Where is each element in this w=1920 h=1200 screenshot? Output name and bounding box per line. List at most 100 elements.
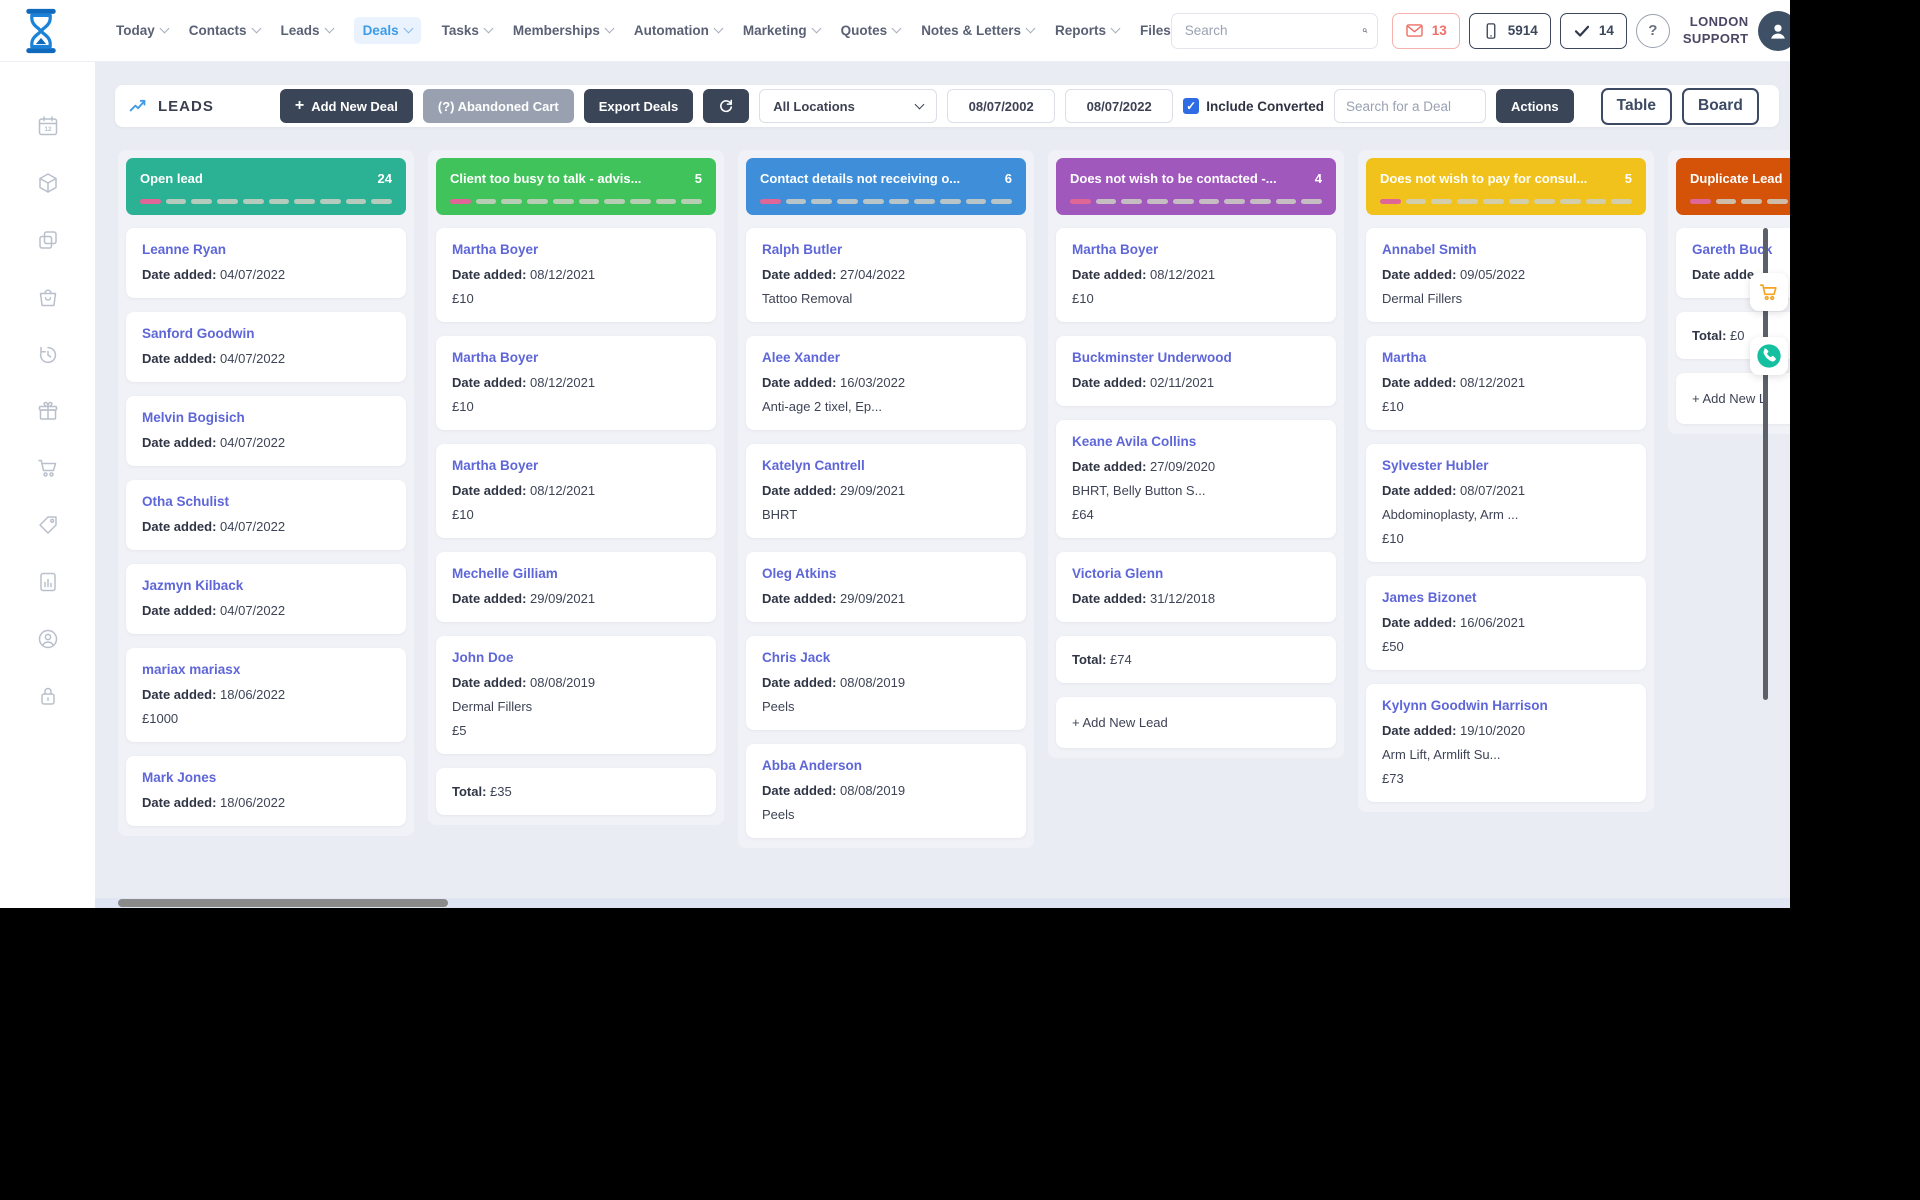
lead-card[interactable]: Otha SchulistDate added: 04/07/2022	[126, 480, 406, 550]
nav-item-today[interactable]: Today	[116, 23, 168, 38]
lead-name-link[interactable]: Mechelle Gilliam	[452, 566, 700, 581]
nav-item-tasks[interactable]: Tasks	[442, 23, 492, 38]
location-filter-select[interactable]: All Locations	[759, 89, 937, 123]
phone-badge[interactable]: 5914	[1469, 13, 1551, 49]
export-deals-button[interactable]: Export Deals	[584, 89, 693, 123]
tasks-badge[interactable]: 14	[1560, 13, 1627, 49]
lead-name-link[interactable]: Martha Boyer	[452, 350, 700, 365]
lead-name-link[interactable]: Chris Jack	[762, 650, 1010, 665]
include-converted-toggle[interactable]: ✓ Include Converted	[1183, 98, 1324, 114]
nav-item-memberships[interactable]: Memberships	[513, 23, 613, 38]
lead-card[interactable]: Kylynn Goodwin HarrisonDate added: 19/10…	[1366, 684, 1646, 802]
lead-name-link[interactable]: Buckminster Underwood	[1072, 350, 1320, 365]
lead-name-link[interactable]: James Bizonet	[1382, 590, 1630, 605]
lead-card[interactable]: John DoeDate added: 08/08/2019Dermal Fil…	[436, 636, 716, 754]
cart-floating-button[interactable]	[1750, 273, 1788, 311]
lead-name-link[interactable]: Otha Schulist	[142, 494, 390, 509]
help-button[interactable]: ?	[1636, 14, 1670, 48]
lead-card[interactable]: Victoria GlennDate added: 31/12/2018	[1056, 552, 1336, 622]
report-icon[interactable]	[36, 570, 60, 594]
lead-name-link[interactable]: Ralph Butler	[762, 242, 1010, 257]
lead-name-link[interactable]: Abba Anderson	[762, 758, 1010, 773]
package-icon[interactable]	[36, 171, 60, 195]
lead-name-link[interactable]: Alee Xander	[762, 350, 1010, 365]
lock-icon[interactable]	[36, 684, 60, 708]
tag-icon[interactable]	[36, 513, 60, 537]
date-to-input[interactable]	[1065, 89, 1173, 123]
refresh-button[interactable]	[703, 89, 749, 123]
lead-card[interactable]: Alee XanderDate added: 16/03/2022Anti-ag…	[746, 336, 1026, 430]
global-search-input[interactable]	[1185, 23, 1362, 38]
date-from-input[interactable]	[947, 89, 1055, 123]
mail-badge[interactable]: 13	[1392, 13, 1460, 49]
lead-card[interactable]: Martha BoyerDate added: 08/12/2021£10	[436, 336, 716, 430]
lead-card[interactable]: Buckminster UnderwoodDate added: 02/11/2…	[1056, 336, 1336, 406]
lead-name-link[interactable]: Kylynn Goodwin Harrison	[1382, 698, 1630, 713]
lead-card[interactable]: Sanford GoodwinDate added: 04/07/2022	[126, 312, 406, 382]
lead-card[interactable]: Ralph ButlerDate added: 27/04/2022Tattoo…	[746, 228, 1026, 322]
lead-card[interactable]: Mechelle GilliamDate added: 29/09/2021	[436, 552, 716, 622]
lead-name-link[interactable]: Victoria Glenn	[1072, 566, 1320, 581]
whatsapp-floating-button[interactable]	[1750, 337, 1788, 375]
add-new-lead-button[interactable]: + Add New L	[1676, 373, 1790, 424]
lead-card[interactable]: Keane Avila CollinsDate added: 27/09/202…	[1056, 420, 1336, 538]
horizontal-scrollbar-thumb[interactable]	[118, 899, 448, 907]
nav-item-leads[interactable]: Leads	[281, 23, 333, 38]
global-search[interactable]	[1171, 13, 1378, 49]
lead-card[interactable]: Jazmyn KilbackDate added: 04/07/2022	[126, 564, 406, 634]
lead-card[interactable]: MarthaDate added: 08/12/2021£10	[1366, 336, 1646, 430]
lead-name-link[interactable]: Martha Boyer	[1072, 242, 1320, 257]
actions-button[interactable]: Actions	[1496, 89, 1574, 123]
nav-item-automation[interactable]: Automation	[634, 23, 722, 38]
history-icon[interactable]	[36, 342, 60, 366]
nav-item-quotes[interactable]: Quotes	[841, 23, 901, 38]
nav-item-contacts[interactable]: Contacts	[189, 23, 260, 38]
lead-card[interactable]: Katelyn CantrellDate added: 29/09/2021BH…	[746, 444, 1026, 538]
lead-name-link[interactable]: Jazmyn Kilback	[142, 578, 390, 593]
nav-item-notes-letters[interactable]: Notes & Letters	[921, 23, 1034, 38]
lead-card[interactable]: Mark JonesDate added: 18/06/2022	[126, 756, 406, 826]
lead-name-link[interactable]: Sylvester Hubler	[1382, 458, 1630, 473]
basket-icon[interactable]	[36, 285, 60, 309]
nav-item-reports[interactable]: Reports	[1055, 23, 1119, 38]
lead-card[interactable]: Chris JackDate added: 08/08/2019Peels	[746, 636, 1026, 730]
lead-card[interactable]: Abba AndersonDate added: 08/08/2019Peels	[746, 744, 1026, 838]
lead-card[interactable]: Martha BoyerDate added: 08/12/2021£10	[436, 444, 716, 538]
lead-card[interactable]: Annabel SmithDate added: 09/05/2022Derma…	[1366, 228, 1646, 322]
lead-name-link[interactable]: mariax mariasx	[142, 662, 390, 677]
lead-card[interactable]: Martha BoyerDate added: 08/12/2021£10	[1056, 228, 1336, 322]
abandoned-cart-button[interactable]: (?) Abandoned Cart	[423, 89, 574, 123]
lead-card[interactable]: James BizonetDate added: 16/06/2021£50	[1366, 576, 1646, 670]
lead-card[interactable]: mariax mariasxDate added: 18/06/2022£100…	[126, 648, 406, 742]
brand-logo[interactable]	[22, 8, 60, 54]
lead-name-link[interactable]: Oleg Atkins	[762, 566, 1010, 581]
lead-card[interactable]: Melvin BogisichDate added: 04/07/2022	[126, 396, 406, 466]
deal-search-input[interactable]	[1334, 89, 1486, 123]
lead-name-link[interactable]: Gareth Buck	[1692, 242, 1790, 257]
checkbox-checked-icon[interactable]: ✓	[1183, 98, 1199, 114]
lead-name-link[interactable]: Martha	[1382, 350, 1630, 365]
add-new-deal-button[interactable]: +Add New Deal	[280, 89, 413, 123]
lead-name-link[interactable]: Mark Jones	[142, 770, 390, 785]
cart-icon[interactable]	[36, 456, 60, 480]
board-view-button[interactable]: Board	[1682, 88, 1759, 125]
add-new-lead-button[interactable]: + Add New Lead	[1056, 697, 1336, 748]
lead-name-link[interactable]: Sanford Goodwin	[142, 326, 390, 341]
account-icon[interactable]	[36, 627, 60, 651]
nav-item-marketing[interactable]: Marketing	[743, 23, 820, 38]
search-icon[interactable]	[1362, 21, 1368, 40]
nav-item-deals[interactable]: Deals	[354, 17, 421, 44]
lead-name-link[interactable]: Melvin Bogisich	[142, 410, 390, 425]
avatar[interactable]	[1758, 11, 1790, 51]
lead-name-link[interactable]: John Doe	[452, 650, 700, 665]
lead-name-link[interactable]: Martha Boyer	[452, 242, 700, 257]
lead-name-link[interactable]: Keane Avila Collins	[1072, 434, 1320, 449]
gift-icon[interactable]	[36, 399, 60, 423]
lead-name-link[interactable]: Leanne Ryan	[142, 242, 390, 257]
calendar-icon[interactable]: 12	[36, 114, 60, 138]
lead-name-link[interactable]: Annabel Smith	[1382, 242, 1630, 257]
lead-card[interactable]: Leanne RyanDate added: 04/07/2022	[126, 228, 406, 298]
nav-item-files[interactable]: Files	[1140, 23, 1171, 38]
lead-card[interactable]: Sylvester HublerDate added: 08/07/2021Ab…	[1366, 444, 1646, 562]
table-view-button[interactable]: Table	[1601, 88, 1672, 125]
